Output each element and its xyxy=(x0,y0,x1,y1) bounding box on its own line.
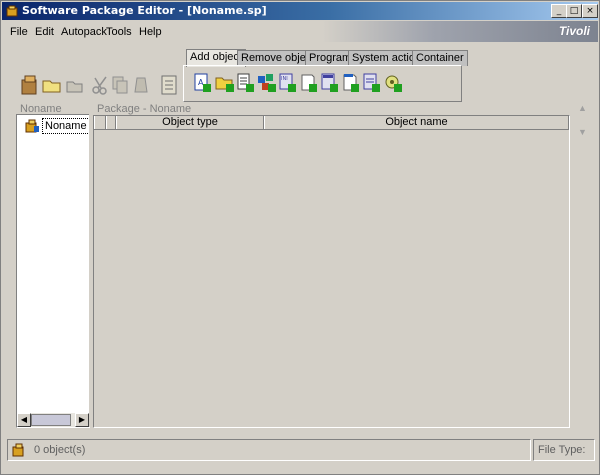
status-object-count-panel: 0 object(s) xyxy=(7,439,531,461)
object-count: 0 object(s) xyxy=(34,444,86,456)
status-file-type-panel: File Type: xyxy=(533,439,595,461)
open-folder-icon[interactable] xyxy=(41,74,63,96)
scroll-right-button[interactable]: ▶ xyxy=(75,413,89,427)
status-bar: 0 object(s) File Type: xyxy=(2,438,598,462)
tab-container[interactable]: Container xyxy=(412,50,468,66)
add-service-icon[interactable] xyxy=(382,72,404,94)
menu-tools[interactable]: Tools xyxy=(106,26,132,38)
column-object-name[interactable]: Object name xyxy=(264,116,569,129)
properties-icon[interactable] xyxy=(158,74,180,96)
save-icon[interactable] xyxy=(20,74,42,96)
add-object-toolbar: A INI xyxy=(183,65,462,102)
window-title: Software Package Editor - [Noname.sp] xyxy=(22,4,267,17)
add-directory-icon[interactable] xyxy=(214,72,236,94)
paste-icon[interactable] xyxy=(131,74,153,96)
menu-autopack[interactable]: Autopack xyxy=(61,26,107,38)
table-header: Object type Object name xyxy=(94,116,569,130)
tree-item-label: Noname xyxy=(42,118,90,134)
move-up-icon[interactable]: ▲ xyxy=(578,103,587,113)
add-ini-file-icon[interactable]: INI xyxy=(277,72,299,94)
close-button[interactable]: × xyxy=(582,4,598,18)
add-file-icon[interactable]: A xyxy=(192,72,214,94)
package-icon xyxy=(25,119,39,133)
folder-icon[interactable] xyxy=(64,74,86,96)
package-tree[interactable]: Noname ◀ ▶ xyxy=(16,114,90,428)
package-contents-table: Object type Object name xyxy=(93,115,570,428)
pane-splitter[interactable] xyxy=(89,103,92,427)
file-type-label: File Type: xyxy=(538,444,586,456)
title-bar[interactable]: Software Package Editor - [Noname.sp] _ … xyxy=(2,2,598,20)
package-status-icon xyxy=(12,443,24,457)
tree-horizontal-scrollbar[interactable]: ◀ ▶ xyxy=(17,413,89,427)
add-windows-profile-icon[interactable] xyxy=(361,72,383,94)
tivoli-brand: Tivoli xyxy=(558,24,590,38)
add-text-file-icon[interactable] xyxy=(235,72,257,94)
minimize-button[interactable]: _ xyxy=(551,4,567,18)
menu-bar: File Edit Autopack Tools Help Tivoli xyxy=(2,21,598,43)
software-package-editor-window: Software Package Editor - [Noname.sp] _ … xyxy=(0,0,600,475)
move-down-icon[interactable]: ▼ xyxy=(578,127,587,137)
add-os-config-icon[interactable] xyxy=(340,72,362,94)
copy-icon[interactable] xyxy=(109,74,131,96)
column-object-type[interactable]: Object type xyxy=(116,116,264,129)
maximize-button[interactable]: □ xyxy=(566,4,582,18)
add-text-section-icon[interactable] xyxy=(319,72,341,94)
package-header: Package - Noname xyxy=(97,103,192,115)
scroll-thumb[interactable] xyxy=(31,414,71,426)
menu-file[interactable]: File xyxy=(10,26,28,38)
menu-help[interactable]: Help xyxy=(139,26,162,38)
icon-column xyxy=(106,116,116,129)
scroll-left-button[interactable]: ◀ xyxy=(17,413,31,427)
row-marker-column xyxy=(94,116,106,129)
svg-text:INI: INI xyxy=(281,76,288,82)
add-registry-icon[interactable] xyxy=(256,72,278,94)
menu-edit[interactable]: Edit xyxy=(35,26,54,38)
add-config-file-icon[interactable] xyxy=(298,72,320,94)
brand-band xyxy=(322,21,598,42)
package-app-icon xyxy=(6,5,18,17)
